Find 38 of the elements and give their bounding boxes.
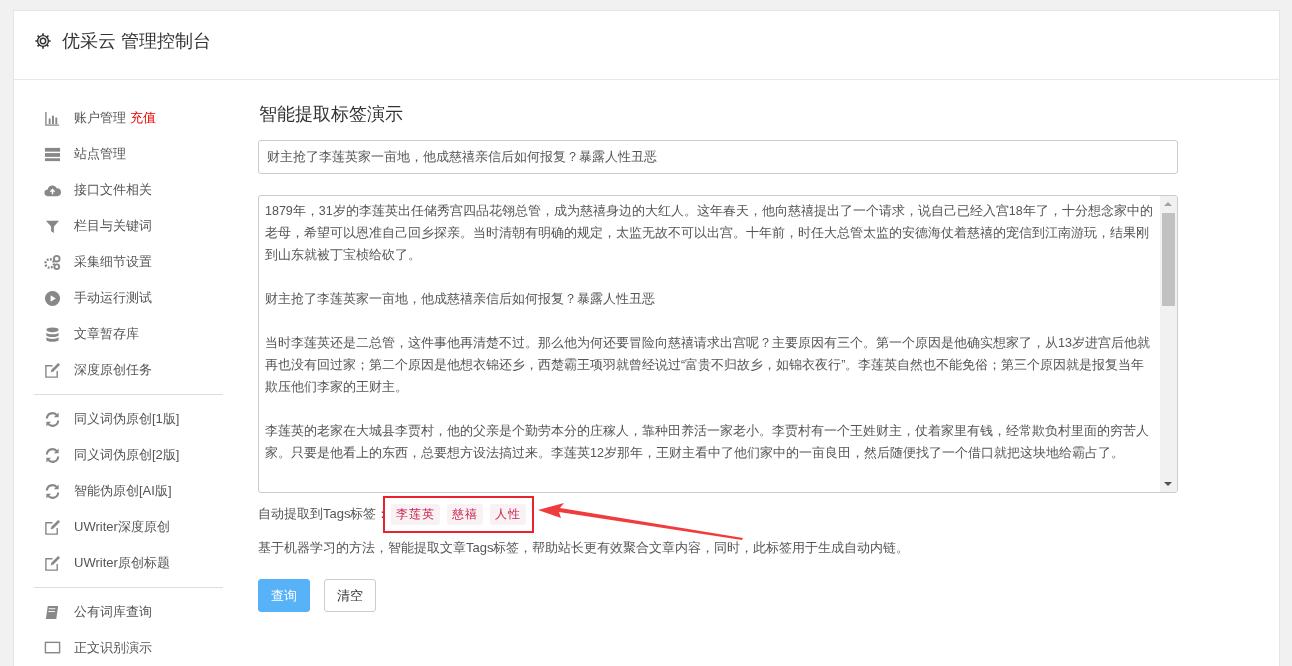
content-text-area[interactable]: 1879年，31岁的李莲英出任储秀宫四品花翎总管，成为慈禧身边的大红人。这年春天，他向慈禧提出了一个请求，说自己已经入宫18年了，十分想念家中的老母，希望可以恩准自己回乡探亲。当时清朝有明确的规定，太监无故不可以出宫。十年前，时任大总管太监的安德海仗着慈禧的宠信到江南游玩，结果刚到山东就被丁宝桢给砍了。 财主抢了李莲英家一亩地，他成慈禧亲信后如何报复？暴露人性丑恶 当时李莲英还是二总管，这件事他再清楚不过。那么他为何还要冒险向慈禧请求出宫呢？主要原因有三个。第一个原因是他确实想家了，从13岁进宫后他就再也没有回过家；第二个原因是他想衣锦还乡，西楚霸王项羽就曾经说过“富贵不归故乡，如锦衣夜行”。李莲英自然也不能免俗；第三个原因就是报复当年欺压他们李家的王财主。 李莲英的老家在大城县李贾村，他的父亲是个勤劳本分的庄稼人，靠种田养活一家老小。李贾村有一个王姓财主，仗着家里有钱，经常欺负村里面的穷苦人家。只要是他看上的东西，总要想方设法搞过来。李莲英12岁那年，王财主看中了他们家中的一亩良田，然后随便找了一个借口就把这块地给霸占了。 (258, 195, 1178, 493)
database-icon (44, 325, 61, 343)
book-icon (44, 603, 61, 621)
tag: 李莲英 (391, 503, 441, 525)
edit-icon (44, 518, 61, 536)
sidebar-item[interactable]: 同义词伪原创[1版] (34, 401, 223, 437)
sidebar-item[interactable]: 智能伪原创[AI版] (34, 473, 223, 509)
sidebar-item[interactable]: UWriter原创标题 (34, 545, 223, 581)
sidebar-item[interactable]: 站点管理 (34, 136, 223, 172)
tag: 人性 (490, 503, 527, 525)
tags-label: 自动提取到Tags标签： (258, 505, 390, 523)
edit-icon (44, 554, 61, 572)
sidebar-item[interactable]: 账户管理 充值 (34, 100, 223, 136)
sidebar-item[interactable]: UWriter深度原创 (34, 509, 223, 545)
sidebar-item[interactable]: 同义词伪原创[2版] (34, 437, 223, 473)
settings-icon (34, 32, 52, 50)
refresh-icon (44, 482, 61, 500)
chart-icon (44, 109, 61, 127)
title-input-field[interactable]: 财主抢了李莲英家一亩地，他成慈禧亲信后如何报复？暴露人性丑恶 (258, 140, 1178, 174)
sidebar-item[interactable]: 文章暂存库 (34, 316, 223, 352)
console-title: 优采云 管理控制台 (62, 30, 211, 53)
page-heading: 智能提取标签演示 (259, 103, 404, 126)
sidebar-item[interactable]: 公有词库查询 (34, 594, 223, 630)
edit-icon (44, 361, 61, 379)
sidebar-item[interactable]: 正文识别演示 (34, 630, 223, 666)
refresh-icon (44, 410, 61, 428)
sidebar-item[interactable]: 手动运行测试 (34, 280, 223, 316)
scrollbar[interactable] (1160, 196, 1177, 492)
sidebar-item[interactable]: 深度原创任务 (34, 352, 223, 388)
clear-button[interactable]: 清空 (324, 579, 376, 612)
tag: 慈禧 (447, 503, 484, 525)
sidebar-item[interactable]: 采集细节设置 (34, 244, 223, 280)
server-icon (44, 145, 61, 163)
play-icon (44, 289, 61, 307)
sidebar-item[interactable]: 接口文件相关 (34, 172, 223, 208)
refresh-icon (44, 446, 61, 464)
description-text: 基于机器学习的方法，智能提取文章Tags标签，帮助站长更有效聚合文章内容，同时，此标签用于生成自动内链。 (258, 539, 911, 557)
sidebar-item[interactable]: 栏目与关键词 (34, 208, 223, 244)
